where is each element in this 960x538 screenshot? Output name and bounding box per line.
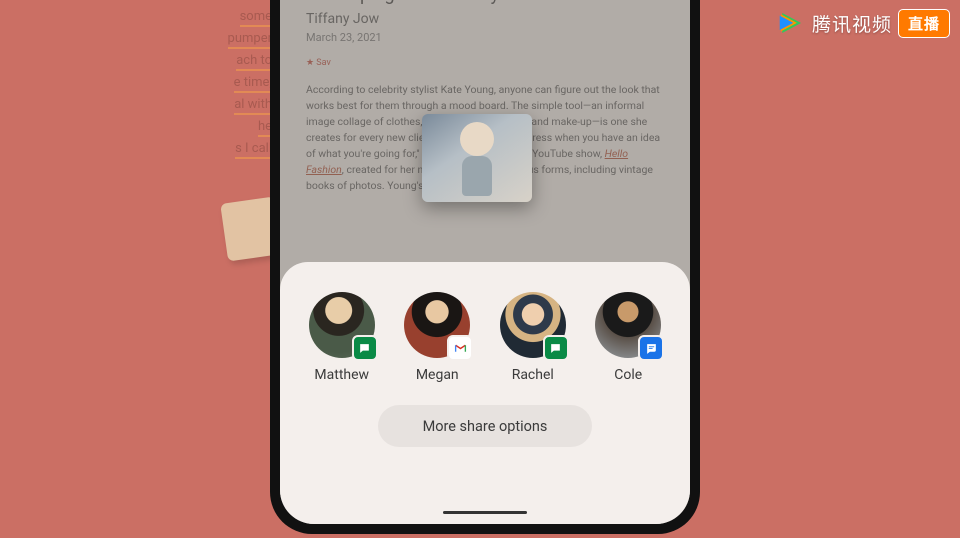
chat-icon [352,335,378,361]
phone-frame: Developing Personal Style Tiffany Jow Ma… [270,0,700,534]
avatar [500,292,566,358]
gesture-bar[interactable] [443,511,527,515]
contact-name: Cole [614,367,642,383]
share-sheet: Matthew Megan [280,262,690,524]
bg-text: some pumper ach to e time, al with he s … [212,6,272,160]
messages-icon [638,335,664,361]
contact-name: Rachel [512,367,554,383]
tencent-video-watermark: 腾讯视频 直播 [776,8,950,38]
share-preview-thumbnail[interactable] [422,114,532,202]
avatar [595,292,661,358]
contact-name: Matthew [314,367,369,383]
share-contact-matthew[interactable]: Matthew [300,292,384,383]
watermark-brand: 腾讯视频 [812,10,892,37]
phone-screen: Developing Personal Style Tiffany Jow Ma… [280,0,690,524]
live-badge: 直播 [898,9,950,38]
gmail-icon [447,335,473,361]
avatar [309,292,375,358]
avatar [404,292,470,358]
share-contacts-row: Matthew Megan [280,262,690,383]
share-contact-rachel[interactable]: Rachel [491,292,575,383]
more-share-options-button[interactable]: More share options [378,405,592,447]
share-contact-megan[interactable]: Megan [395,292,479,383]
contact-name: Megan [416,367,459,383]
share-contact-cole[interactable]: Cole [586,292,670,383]
chat-icon [543,335,569,361]
stage: some pumper ach to e time, al with he s … [0,0,960,538]
tencent-video-icon [776,8,806,38]
